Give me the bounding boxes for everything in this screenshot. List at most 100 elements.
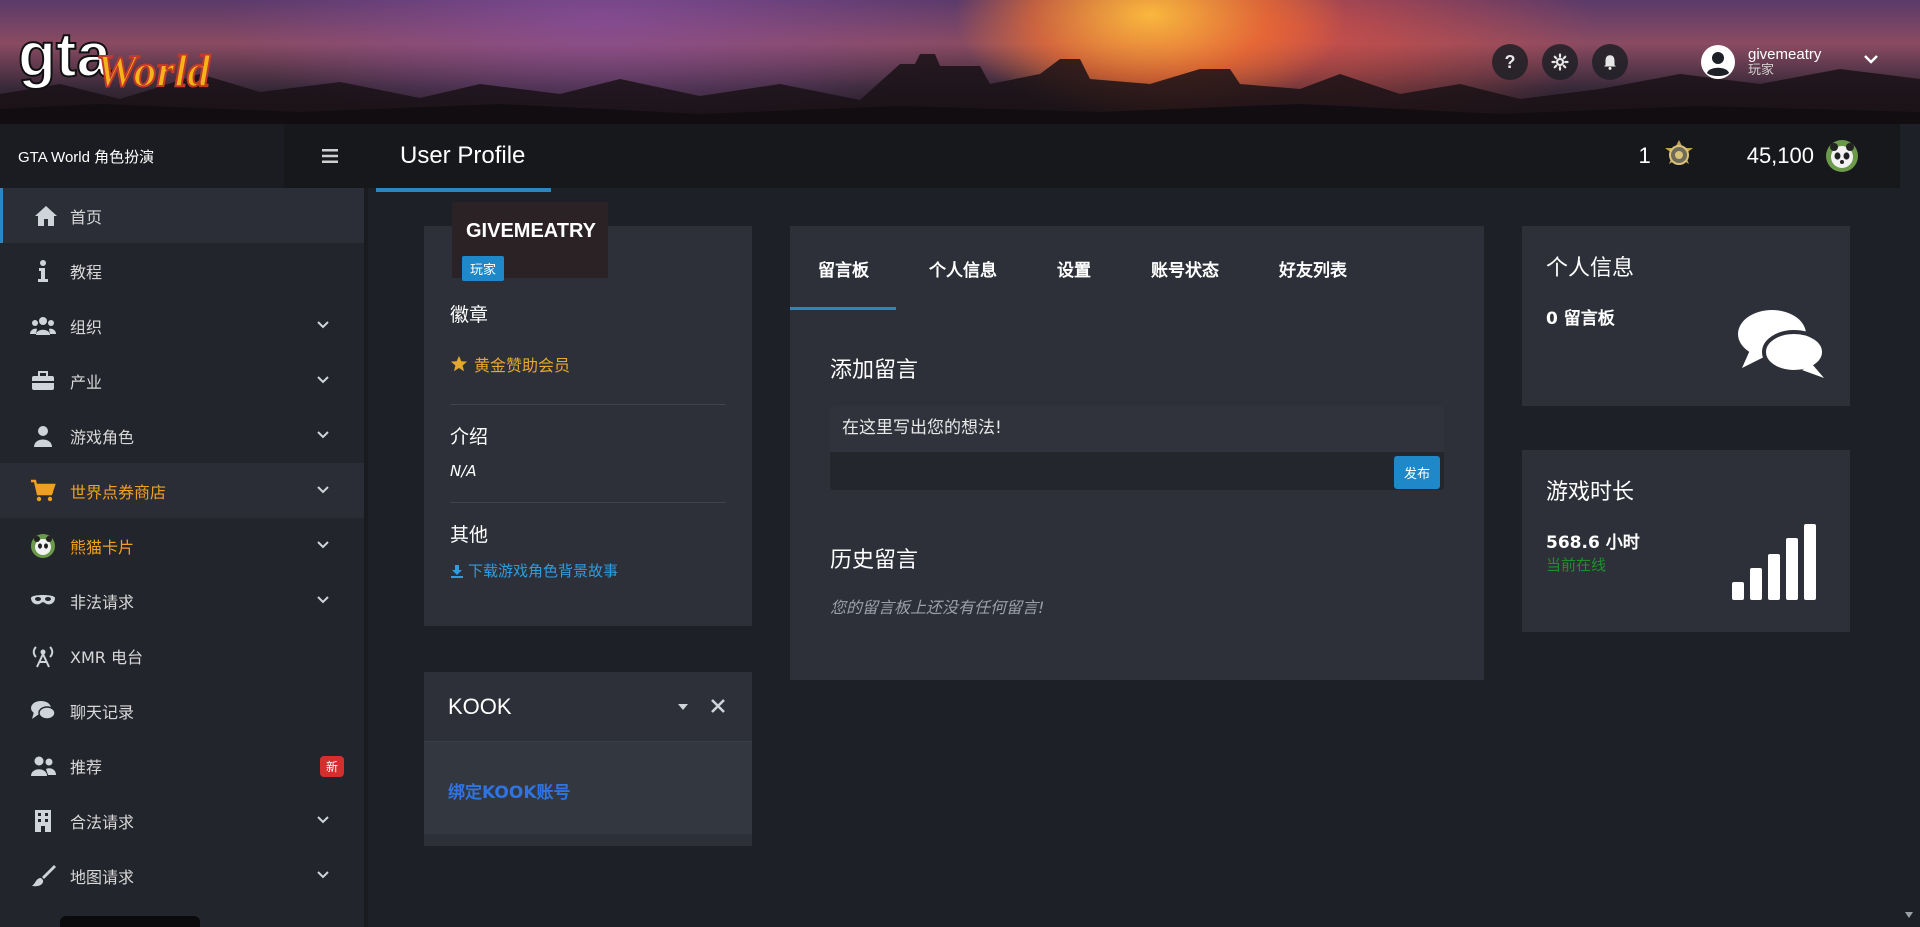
post-button[interactable]: 发布 [1393, 456, 1440, 489]
sidebar-item-map-requests[interactable]: 地图请求 [0, 848, 364, 903]
hamburger-menu-icon[interactable] [320, 146, 340, 166]
city-skyline-illustration [0, 54, 1920, 124]
download-backstory-link[interactable]: 下载游戏角色背景故事 [450, 560, 618, 581]
home-icon [35, 206, 57, 226]
sidebar-item-legal-requests[interactable]: 合法请求 [0, 793, 364, 848]
chevron-down-icon[interactable] [1862, 50, 1880, 68]
divider [450, 502, 726, 503]
site-title[interactable]: GTA World 角色扮演 [0, 124, 284, 188]
divider [450, 404, 726, 405]
users-icon [30, 317, 56, 335]
tab-account-status[interactable]: 账号状态 [1151, 226, 1243, 310]
user-role: 玩家 [1748, 63, 1775, 78]
sidebar-item-label: 熊猫卡片 [70, 537, 135, 557]
download-icon [451, 564, 463, 578]
chevron-down-icon [317, 541, 329, 549]
role-badge: 玩家 [462, 256, 505, 281]
empty-wall-message: 您的留言板上还没有任何留言! [830, 598, 1045, 617]
tab-settings[interactable]: 设置 [1057, 226, 1115, 310]
page-scrollbar[interactable] [1900, 188, 1912, 927]
chevron-down-icon [317, 871, 329, 879]
sidebar-item-label: 组织 [70, 317, 103, 337]
sidebar-item-label: 游戏角色 [70, 427, 135, 447]
sidebar-item-illegal-requests[interactable]: 非法请求 [0, 573, 364, 628]
top-bar: User Profile 1 45,100 [284, 124, 1900, 192]
sidebar-item-characters[interactable]: 游戏角色 [0, 408, 364, 463]
sidebar-item-home[interactable]: 首页 [0, 188, 364, 243]
badges-label: 徽章 [450, 304, 489, 326]
online-status: 当前在线 [1546, 556, 1607, 574]
bell-icon-shape [1604, 55, 1616, 70]
new-badge: 新 [319, 756, 344, 777]
sidebar-item-panda-cards[interactable]: 熊猫卡片 [0, 518, 364, 573]
kook-card: KOOK 绑定KOOK账号 [424, 672, 752, 846]
chevron-down-icon [317, 321, 329, 329]
question-icon[interactable]: ? [1492, 44, 1528, 80]
wall-card: 留言板 个人信息 设置 账号状态 好友列表 添加留言 发布 历史留言 您的留言板… [790, 226, 1484, 680]
tab-personal-info[interactable]: 个人信息 [929, 226, 1021, 310]
banner-icon-group: ? [1492, 44, 1628, 80]
radio-icon [32, 646, 54, 668]
intro-label: 介绍 [450, 426, 489, 448]
user-group-icon [31, 756, 56, 776]
medal-icon [1664, 140, 1693, 165]
cart-icon [31, 479, 56, 502]
brush-icon [32, 865, 56, 887]
coin-count: 45,100 [1746, 143, 1814, 168]
info-summary-card: 个人信息 0 留言板 [1522, 226, 1850, 406]
chevron-down-icon [317, 431, 329, 439]
sidebar-item-label: 产业 [70, 372, 103, 392]
sidebar-item-properties[interactable]: 产业 [0, 353, 364, 408]
sidebar-item-xmr-radio[interactable]: XMR 电台 [0, 628, 364, 683]
bind-kook-link[interactable]: 绑定KOOK账号 [448, 778, 571, 803]
info-card-title: 个人信息 [1546, 256, 1635, 281]
signal-bars-icon [1732, 524, 1816, 600]
playtime-card: 游戏时长 568.6 小时 当前在线 [1522, 450, 1850, 632]
scroll-down-icon[interactable] [1904, 910, 1914, 920]
gta-world-logo[interactable]: gta World [18, 18, 218, 98]
panda-coin-icon [1826, 140, 1858, 172]
kook-title: KOOK [448, 694, 512, 719]
message-input[interactable] [842, 418, 1422, 438]
close-icon[interactable] [710, 698, 726, 714]
panda-icon [31, 534, 55, 558]
sidebar-item-world-store[interactable]: 世界点券商店 [0, 463, 364, 518]
user-text: givemeatry 玩家 [1748, 46, 1821, 78]
tab-friends-list[interactable]: 好友列表 [1279, 226, 1371, 310]
message-count: 0 留言板 [1546, 309, 1615, 329]
briefcase-icon [32, 371, 54, 390]
page-title-underline [376, 188, 551, 192]
other-label: 其他 [450, 524, 489, 546]
bell-icon[interactable] [1592, 44, 1628, 80]
sidebar-item-label: 非法请求 [70, 592, 135, 612]
info-icon [38, 260, 48, 282]
chevron-down-icon [317, 816, 329, 824]
caret-down-icon[interactable] [676, 700, 690, 714]
sidebar-item-organizations[interactable]: 组织 [0, 298, 364, 353]
medal-stat[interactable]: 1 [1638, 138, 1696, 174]
chevron-down-icon [317, 486, 329, 494]
coin-stat[interactable]: 45,100 [1747, 138, 1860, 174]
sidebar-item-referrals[interactable]: 推荐 新 [0, 738, 364, 793]
medal-count: 1 [1638, 143, 1651, 168]
badge-text: 黄金赞助会员 [474, 356, 571, 375]
sidebar-item-chat-logs[interactable]: 聊天记录 [0, 683, 364, 738]
page-title: User Profile [400, 142, 526, 169]
user-menu[interactable]: givemeatry 玩家 [1700, 44, 1821, 80]
gold-sponsor-badge: 黄金赞助会员 [450, 352, 570, 376]
sidebar-item-label: 推荐 [70, 757, 103, 777]
sidebar-tooltip-edge [60, 916, 200, 927]
gear-icon[interactable] [1542, 44, 1578, 80]
sidebar-item-label: XMR 电台 [70, 647, 143, 667]
comments-icon [1738, 310, 1826, 378]
user-avatar-icon [1701, 45, 1735, 79]
tab-message-board[interactable]: 留言板 [790, 226, 896, 310]
playtime-title: 游戏时长 [1546, 480, 1635, 505]
top-stats: 1 45,100 [1638, 138, 1860, 174]
add-message-heading: 添加留言 [830, 358, 919, 383]
building-icon [35, 810, 51, 832]
sidebar: 首页 教程 组织 产业 游戏角色 世界点券商店 熊猫卡片 非法请求 XMR 电台 [0, 188, 368, 927]
chevron-down-icon [317, 596, 329, 604]
message-composer: 发布 [830, 406, 1444, 490]
sidebar-item-tutorial[interactable]: 教程 [0, 243, 364, 298]
